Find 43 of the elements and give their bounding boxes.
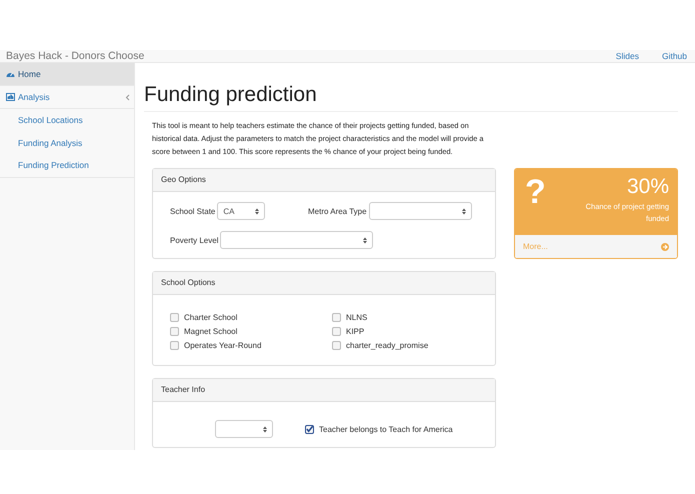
- panel-title: School Options: [153, 272, 495, 295]
- panel-title: Geo Options: [153, 169, 495, 192]
- checkbox[interactable]: [170, 312, 179, 322]
- checkbox-label: charter_ready_promise: [346, 340, 428, 350]
- checkbox-label: Charter School: [184, 312, 238, 322]
- checkbox-label: Teacher belongs to Teach for America: [319, 424, 453, 434]
- nav-link[interactable]: Slides: [616, 51, 639, 61]
- select-field[interactable]: CA: [217, 202, 266, 220]
- percentage-value: 30%: [626, 175, 669, 199]
- field-label: Metro Area Type: [308, 206, 367, 216]
- select-field[interactable]: [220, 231, 374, 249]
- brand-title[interactable]: Bayes Hack - Donors Choose: [6, 50, 593, 62]
- sidebar-subitem[interactable]: School Locations: [0, 109, 134, 132]
- checkbox-label: Operates Year-Round: [184, 340, 262, 350]
- checkbox[interactable]: [332, 312, 341, 322]
- checkbox[interactable]: [170, 340, 179, 350]
- chart-icon: [6, 93, 15, 101]
- sidebar-item[interactable]: Analysis: [0, 86, 134, 109]
- checkbox[interactable]: [305, 424, 314, 434]
- checkbox-label: NLNS: [346, 312, 368, 322]
- sidebar-item[interactable]: Home: [0, 63, 134, 86]
- checkbox-label: Magnet School: [184, 326, 238, 336]
- dashboard-icon: [6, 70, 15, 78]
- checkbox[interactable]: [170, 326, 179, 336]
- field-label: School State: [170, 206, 216, 216]
- select-field[interactable]: [215, 420, 273, 438]
- sidebar-subitem[interactable]: Funding Analysis: [0, 132, 134, 154]
- sort-arrows-icon: [263, 426, 267, 432]
- sort-arrows-icon: [462, 208, 466, 214]
- arrow-circle-icon: [661, 242, 669, 250]
- field-label: Poverty Level: [170, 236, 218, 244]
- nav-link[interactable]: Github: [662, 51, 687, 61]
- caret-icon: [125, 94, 131, 100]
- sort-arrows-icon: [363, 236, 368, 244]
- checkbox[interactable]: [332, 326, 341, 336]
- checkbox[interactable]: [332, 340, 341, 350]
- page-title: Funding prediction: [144, 83, 678, 112]
- sort-arrows-icon: [255, 208, 260, 214]
- sidebar-subitem[interactable]: Funding Prediction: [0, 154, 134, 176]
- select-field[interactable]: [368, 202, 472, 220]
- checkbox-label: KIPP: [346, 326, 364, 336]
- question-mark-icon: ?: [525, 175, 546, 234]
- panel-title: Teacher Info: [153, 379, 495, 402]
